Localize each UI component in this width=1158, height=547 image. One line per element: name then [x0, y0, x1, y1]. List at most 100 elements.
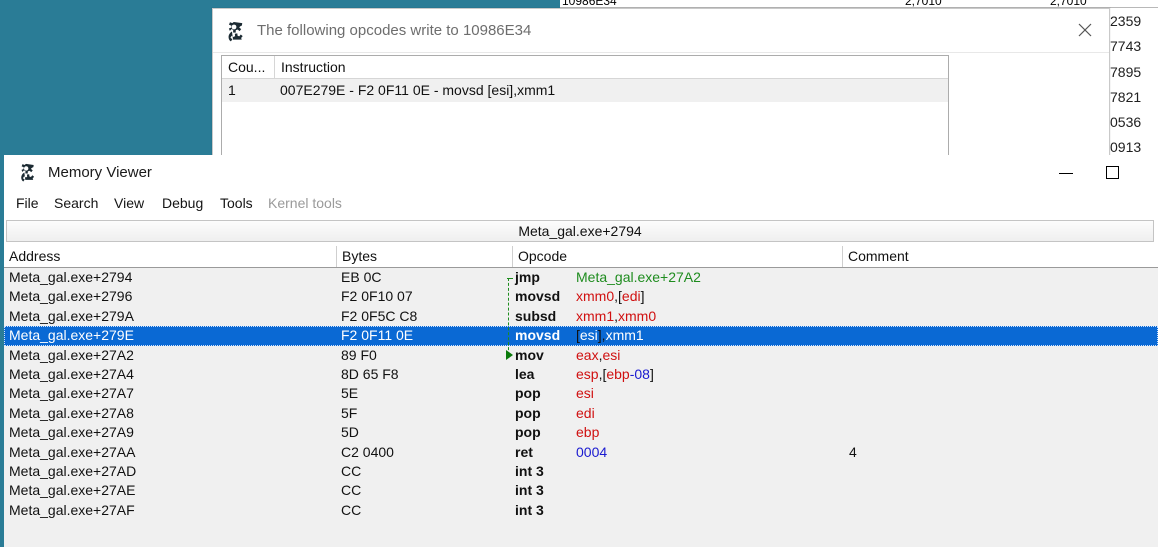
opcode-count: 1 [222, 79, 274, 102]
address-bar[interactable]: Meta_gal.exe+2794 [6, 220, 1154, 242]
background-number: 2359 [1106, 9, 1158, 34]
jump-target-arrow-icon [506, 350, 513, 360]
disassembly-row[interactable]: Meta_gal.exe+27AF CC int 3 [4, 501, 1158, 520]
row-mnemonic: pop [515, 423, 541, 442]
row-bytes: 8D 65 F8 [341, 365, 399, 384]
row-mnemonic: jmp [515, 268, 540, 287]
row-bytes: 5F [341, 404, 357, 423]
operand-token: ], [598, 327, 606, 343]
disassembly-row[interactable]: Meta_gal.exe+279EF2 0F11 0Emovsd[esi],xm… [4, 326, 1158, 345]
maximize-icon[interactable] [1090, 155, 1136, 191]
operand-token: xmm1 [606, 327, 644, 343]
row-operands: xmm0,[edi] [576, 287, 644, 306]
menu-bar: File Search View Debug Tools Kernel tool… [4, 191, 1158, 215]
disassembly-row[interactable]: Meta_gal.exe+27A289 F0moveax,esi [4, 346, 1158, 365]
row-address: Meta_gal.exe+279A [9, 307, 134, 326]
row-mnemonic: int 3 [515, 462, 544, 481]
disassembly-column-header: Address Bytes Opcode Comment [4, 246, 1158, 268]
row-address: Meta_gal.exe+2796 [9, 287, 132, 306]
minimize-icon[interactable] [1044, 155, 1090, 191]
operand-token: ebp [606, 366, 629, 382]
operand-token: esi [580, 327, 598, 343]
row-mnemonic: mov [515, 346, 544, 365]
menu-item-kernel-tools: Kernel tools [268, 191, 342, 215]
disassembly-row[interactable]: Meta_gal.exe+27AD CC int 3 [4, 462, 1158, 481]
window-title: Memory Viewer [48, 155, 152, 191]
row-operands: ebp [576, 423, 599, 442]
row-operands: edi [576, 404, 595, 423]
disassembly-row[interactable]: Meta_gal.exe+27A85Fpopedi [4, 404, 1158, 423]
memory-viewer-window: Memory Viewer File Search View Debug Too… [0, 155, 1158, 547]
row-address: Meta_gal.exe+27AD [9, 462, 136, 481]
row-bytes: F2 0F11 0E [341, 326, 413, 345]
menu-item-debug[interactable]: Debug [162, 191, 203, 215]
dialog-body: Cou... Instruction 1 007E279E - F2 0F11 … [213, 53, 1111, 159]
row-bytes: 5E [341, 384, 358, 403]
row-address: Meta_gal.exe+27A9 [9, 423, 134, 442]
column-header-count[interactable]: Cou... [222, 56, 274, 79]
disassembly-row[interactable]: Meta_gal.exe+27AECCint 3 [4, 481, 1158, 500]
row-mnemonic: ret [515, 443, 533, 462]
disassembly-row[interactable]: Meta_gal.exe+27A75Epopesi [4, 384, 1158, 403]
row-comment: 4 [849, 443, 857, 462]
dialog-title-bar[interactable]: The following opcodes write to 10986E34 [213, 9, 1109, 53]
background-number: 0536 [1106, 110, 1158, 135]
close-icon[interactable] [1063, 9, 1109, 53]
menu-item-search[interactable]: Search [54, 191, 98, 215]
row-mnemonic: pop [515, 404, 541, 423]
row-mnemonic: movsd [515, 326, 560, 345]
operand-token: ] [650, 366, 654, 382]
operand-token: esp [576, 366, 599, 382]
row-bytes: CC [341, 481, 361, 500]
disassembly-row[interactable]: Meta_gal.exe+279AF2 0F5C C8subsdxmm1,xmm… [4, 307, 1158, 326]
row-bytes: CC [341, 462, 361, 481]
operand-token: 0004 [576, 444, 607, 460]
column-header-opcode[interactable]: Opcode [512, 246, 567, 267]
row-mnemonic: lea [515, 365, 534, 384]
jump-origin-tick [507, 278, 513, 279]
opcode-writes-dialog: The following opcodes write to 10986E34 … [212, 8, 1110, 158]
disassembly-row[interactable]: Meta_gal.exe+27AAC2 0400ret00044 [4, 443, 1158, 462]
memory-viewer-title-bar[interactable]: Memory Viewer [4, 155, 1158, 191]
disassembly-list[interactable]: Meta_gal.exe+2794EB 0CjmpMeta_gal.exe+27… [4, 268, 1158, 547]
row-operands: eax,esi [576, 346, 620, 365]
background-number-column: 2359 7743 7895 7821 0536 0913 [1106, 9, 1158, 158]
background-value-2: 2,7010 [905, 0, 942, 8]
operand-token: esi [602, 347, 620, 363]
row-bytes: 5D [341, 423, 359, 442]
row-address: Meta_gal.exe+279E [9, 326, 134, 345]
column-header-comment[interactable]: Comment [842, 246, 909, 267]
disassembly-row[interactable]: Meta_gal.exe+2794EB 0CjmpMeta_gal.exe+27… [4, 268, 1158, 287]
row-mnemonic: movsd [515, 287, 560, 306]
opcode-row[interactable]: 1 007E279E - F2 0F11 0E - movsd [esi],xm… [222, 79, 948, 102]
row-bytes: CC [341, 501, 361, 520]
cheat-engine-icon [18, 163, 38, 183]
disassembly-row[interactable]: Meta_gal.exe+2796F2 0F10 07movsdxmm0,[ed… [4, 287, 1158, 306]
row-operands: 0004 [576, 443, 607, 462]
menu-item-tools[interactable]: Tools [220, 191, 253, 215]
column-header-address[interactable]: Address [4, 246, 60, 267]
column-header-instruction[interactable]: Instruction [274, 56, 346, 79]
background-number: 7821 [1106, 85, 1158, 110]
operand-token: edi [622, 288, 641, 304]
background-number: 7743 [1106, 34, 1158, 59]
row-address: Meta_gal.exe+2794 [9, 268, 132, 287]
disassembly-row[interactable]: Meta_gal.exe+27A9 5D pop ebp [4, 423, 1158, 442]
column-header-bytes[interactable]: Bytes [336, 246, 377, 267]
row-mnemonic: int 3 [515, 501, 544, 520]
row-address: Meta_gal.exe+27A4 [9, 365, 134, 384]
row-bytes: F2 0F5C C8 [341, 307, 417, 326]
disassembly-row[interactable]: Meta_gal.exe+27A48D 65 F8leaesp,[ebp-08] [4, 365, 1158, 384]
row-address: Meta_gal.exe+27AE [9, 481, 135, 500]
background-value-1: 10986E34 [562, 0, 617, 8]
row-address: Meta_gal.exe+27A7 [9, 384, 134, 403]
opcode-list-grid[interactable]: Cou... Instruction 1 007E279E - F2 0F11 … [221, 55, 949, 157]
row-mnemonic: pop [515, 384, 541, 403]
background-app-top-row: 10986E34 2,7010 2,7010 [560, 0, 1158, 8]
operand-token: xmm1 [576, 308, 614, 324]
menu-item-view[interactable]: View [114, 191, 144, 215]
row-address: Meta_gal.exe+27AF [9, 501, 135, 520]
menu-item-file[interactable]: File [16, 191, 39, 215]
background-number: 7895 [1106, 60, 1158, 85]
operand-token: Meta_gal.exe+27A2 [576, 269, 701, 285]
